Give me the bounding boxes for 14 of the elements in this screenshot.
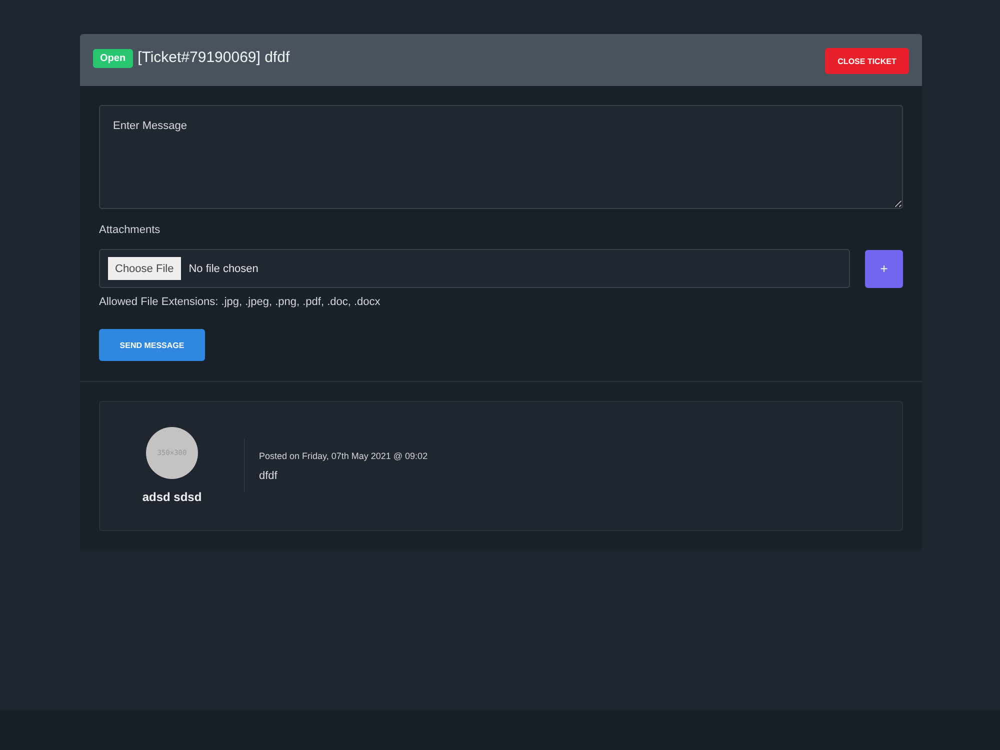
message-text: dfdf <box>259 470 278 482</box>
close-ticket-button[interactable]: CLOSE TICKET <box>825 48 909 74</box>
file-input-field[interactable]: Choose File No file chosen <box>99 249 850 288</box>
author-name: adsd sdsd <box>142 490 202 504</box>
allowed-extensions-text: Allowed File Extensions: .jpg, .jpeg, .png, .pdf, .doc, .docx <box>99 296 382 308</box>
message-field[interactable]: Enter Message <box>99 105 903 209</box>
send-message-button[interactable]: SEND MESSAGE <box>99 329 205 361</box>
ticket-title: [Ticket#79190069] dfdf <box>138 48 290 66</box>
attachments-label: Attachments <box>99 224 162 236</box>
add-attachment-button[interactable]: + <box>865 250 903 288</box>
status-badge: Open <box>93 48 133 68</box>
posted-date-text: Posted on Friday, 07th May 2021 @ 09:02 <box>259 451 428 461</box>
file-status-text: No file chosen <box>188 262 258 274</box>
choose-file-button[interactable]: Choose File <box>108 257 181 280</box>
